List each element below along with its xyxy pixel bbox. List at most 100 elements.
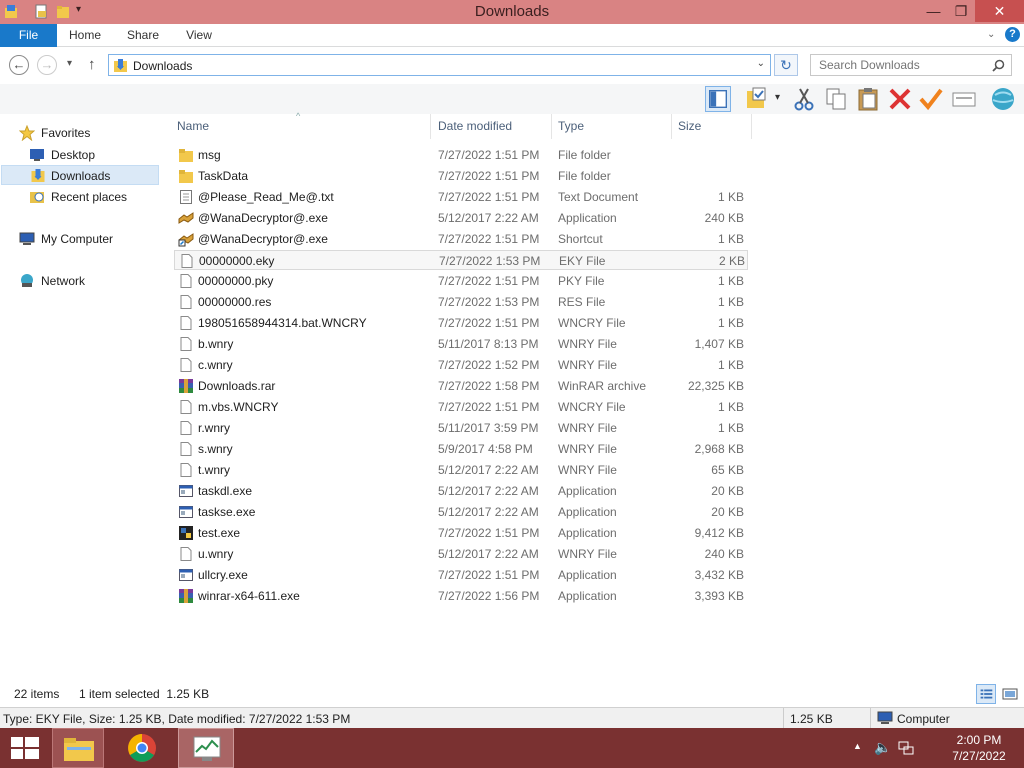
blank-file-icon bbox=[178, 315, 194, 331]
globe-icon[interactable] bbox=[990, 86, 1016, 112]
nav-network[interactable]: Network bbox=[0, 271, 158, 291]
nav-recent-places[interactable]: Recent places bbox=[0, 187, 158, 207]
file-row[interactable]: 00000000.res 7/27/2022 1:53 PM RES File 1 K… bbox=[174, 292, 748, 312]
delete-icon[interactable] bbox=[887, 86, 913, 112]
file-type: RES File bbox=[558, 295, 606, 309]
taskbar-chrome[interactable] bbox=[116, 728, 168, 768]
file-size: 20 KB bbox=[711, 484, 744, 498]
up-button[interactable]: ↑ bbox=[88, 56, 96, 73]
task-manager-icon bbox=[193, 736, 221, 761]
file-size: 2,968 KB bbox=[694, 442, 744, 456]
file-row[interactable]: 198051658944314.bat.WNCRY 7/27/2022 1:51 … bbox=[174, 313, 748, 333]
details-divider bbox=[783, 708, 784, 729]
file-row[interactable]: @Please_Read_Me@.txt 7/27/2022 1:51 PM Tex… bbox=[174, 187, 748, 207]
file-name: @Please_Read_Me@.txt bbox=[198, 190, 334, 204]
taskbar-file-explorer[interactable] bbox=[52, 728, 104, 768]
search-input[interactable] bbox=[819, 58, 989, 72]
column-type[interactable]: Type bbox=[552, 114, 672, 139]
recent-locations-icon[interactable]: ▾ bbox=[67, 58, 72, 69]
nav-favorites-label: Favorites bbox=[41, 126, 91, 140]
file-row[interactable]: Downloads.rar 7/27/2022 1:58 PM WinRAR arc… bbox=[174, 376, 748, 396]
file-name: msg bbox=[198, 148, 221, 162]
app-file-icon bbox=[178, 483, 194, 499]
properties-dialog-icon[interactable] bbox=[951, 86, 977, 112]
ribbon-tabs: File Home Share View ⌄ ? bbox=[0, 24, 1024, 47]
file-row[interactable]: test.exe 7/27/2022 1:51 PM Application 9,41… bbox=[174, 523, 748, 543]
file-row[interactable]: taskse.exe 5/12/2017 2:22 AM Application 20… bbox=[174, 502, 748, 522]
search-icon[interactable] bbox=[992, 59, 1005, 72]
tab-home[interactable]: Home bbox=[62, 24, 108, 47]
file-name: @WanaDecryptor@.exe bbox=[198, 232, 328, 246]
file-row[interactable]: s.wnry 5/9/2017 4:58 PM WNRY File 2,968 KB bbox=[174, 439, 748, 459]
file-row[interactable]: @WanaDecryptor@.exe 5/12/2017 2:22 AM Appl… bbox=[174, 208, 748, 228]
file-date-modified: 5/12/2017 2:22 AM bbox=[438, 505, 539, 519]
taskbar-task-manager[interactable] bbox=[178, 728, 234, 768]
preview-pane-icon[interactable] bbox=[705, 86, 731, 112]
nav-favorites[interactable]: Favorites bbox=[0, 123, 158, 143]
search-box[interactable] bbox=[810, 54, 1012, 76]
details-view-icon[interactable] bbox=[976, 684, 996, 704]
clock[interactable]: 2:00 PM 7/27/2022 bbox=[940, 732, 1018, 764]
nav-downloads[interactable]: Downloads bbox=[1, 165, 159, 185]
file-row[interactable]: winrar-x64-611.exe 7/27/2022 1:56 PM Appli… bbox=[174, 586, 748, 606]
file-row[interactable]: 00000000.eky 7/27/2022 1:53 PM EKY File 2 K… bbox=[174, 250, 748, 270]
file-row[interactable]: 00000000.pky 7/27/2022 1:51 PM PKY File 1 K… bbox=[174, 271, 748, 291]
tab-share[interactable]: Share bbox=[120, 24, 166, 47]
column-size[interactable]: Size bbox=[672, 114, 752, 139]
file-row[interactable]: TaskData 7/27/2022 1:51 PM File folder bbox=[174, 166, 748, 186]
network-tray-icon[interactable] bbox=[898, 740, 914, 756]
start-button[interactable] bbox=[0, 728, 52, 768]
file-date-modified: 7/27/2022 1:51 PM bbox=[438, 169, 540, 183]
refresh-button[interactable]: ↻ bbox=[774, 54, 798, 76]
file-row[interactable]: m.vbs.WNCRY 7/27/2022 1:51 PM WNCRY File 1 … bbox=[174, 397, 748, 417]
maximize-button[interactable]: ❐ bbox=[947, 0, 975, 22]
help-icon[interactable]: ? bbox=[1005, 27, 1020, 42]
file-name: 00000000.eky bbox=[199, 254, 275, 268]
ribbon-expand-icon[interactable]: ⌄ bbox=[987, 29, 995, 40]
file-date-modified: 7/27/2022 1:51 PM bbox=[438, 274, 540, 288]
nav-desktop[interactable]: Desktop bbox=[0, 145, 158, 165]
cut-icon[interactable] bbox=[791, 86, 817, 112]
column-date-modified[interactable]: Date modified bbox=[432, 114, 552, 139]
file-row[interactable]: t.wnry 5/12/2017 2:22 AM WNRY File 65 KB bbox=[174, 460, 748, 480]
file-type: WNRY File bbox=[558, 463, 617, 477]
open-with-dropdown-icon[interactable]: ▾ bbox=[775, 92, 780, 103]
copy-icon[interactable] bbox=[823, 86, 849, 112]
address-bar[interactable]: Downloads ⌄ bbox=[108, 54, 771, 76]
taskbar: ▲ 🔈 2:00 PM 7/27/2022 bbox=[0, 728, 1024, 768]
rename-check-icon[interactable] bbox=[918, 86, 944, 112]
address-dropdown-icon[interactable]: ⌄ bbox=[757, 58, 765, 69]
open-with-icon[interactable] bbox=[744, 86, 770, 112]
file-row[interactable]: b.wnry 5/11/2017 8:13 PM WNRY File 1,407 KB bbox=[174, 334, 748, 354]
file-name: c.wnry bbox=[198, 358, 233, 372]
file-name: 00000000.pky bbox=[198, 274, 274, 288]
large-icons-view-icon[interactable] bbox=[1000, 684, 1020, 704]
file-row[interactable]: ullcry.exe 7/27/2022 1:51 PM Application 3,… bbox=[174, 565, 748, 585]
tab-file[interactable]: File bbox=[0, 24, 57, 47]
file-size: 65 KB bbox=[711, 463, 744, 477]
computer-small-icon bbox=[877, 711, 893, 724]
volume-muted-icon[interactable]: 🔈 bbox=[874, 739, 891, 756]
file-type: Application bbox=[558, 526, 617, 540]
forward-button[interactable]: → bbox=[37, 55, 57, 75]
file-row[interactable]: c.wnry 7/27/2022 1:52 PM WNRY File 1 KB bbox=[174, 355, 748, 375]
minimize-button[interactable]: — bbox=[920, 0, 947, 22]
nav-my-computer[interactable]: My Computer bbox=[0, 229, 158, 249]
file-type: WNRY File bbox=[558, 421, 617, 435]
file-size: 1 KB bbox=[717, 358, 744, 372]
file-size: 1,407 KB bbox=[694, 337, 744, 351]
file-size: 1 KB bbox=[717, 274, 744, 288]
tab-view[interactable]: View bbox=[176, 24, 222, 47]
column-name[interactable]: Name bbox=[171, 114, 431, 139]
close-button[interactable]: ✕ bbox=[975, 0, 1024, 22]
file-row[interactable]: msg 7/27/2022 1:51 PM File folder bbox=[174, 145, 748, 165]
file-row[interactable]: taskdl.exe 5/12/2017 2:22 AM Application 20… bbox=[174, 481, 748, 501]
file-size: 1 KB bbox=[717, 316, 744, 330]
paste-icon[interactable] bbox=[855, 86, 881, 112]
file-date-modified: 7/27/2022 1:51 PM bbox=[438, 316, 540, 330]
file-row[interactable]: @WanaDecryptor@.exe 7/27/2022 1:51 PM Shor… bbox=[174, 229, 748, 249]
show-hidden-icons[interactable]: ▲ bbox=[853, 741, 862, 751]
file-row[interactable]: u.wnry 5/12/2017 2:22 AM WNRY File 240 KB bbox=[174, 544, 748, 564]
file-row[interactable]: r.wnry 5/11/2017 3:59 PM WNRY File 1 KB bbox=[174, 418, 748, 438]
back-button[interactable]: ← bbox=[9, 55, 29, 75]
